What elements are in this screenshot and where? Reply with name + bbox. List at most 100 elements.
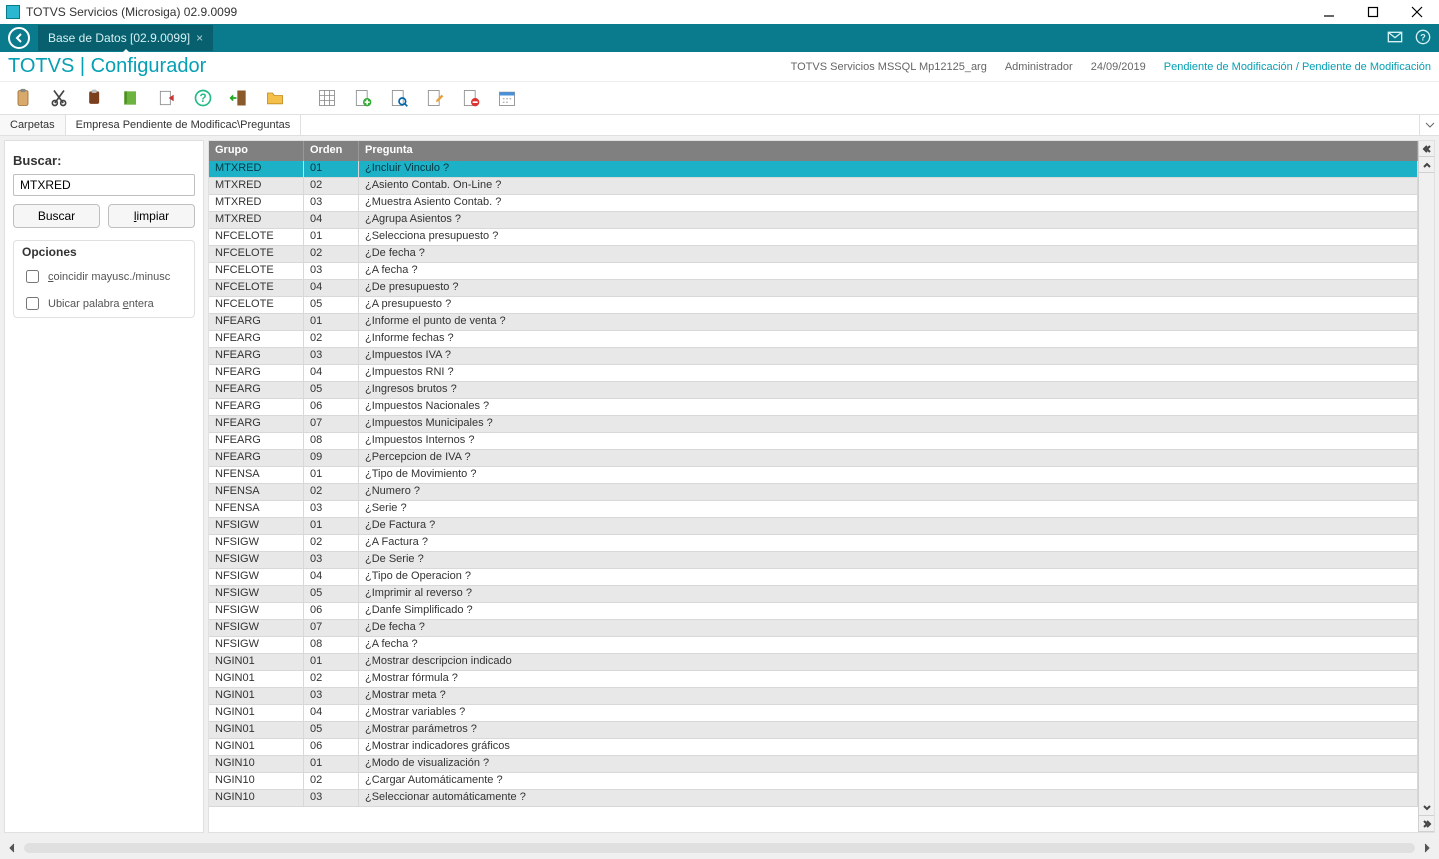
window-maximize-button[interactable] (1351, 0, 1395, 24)
main-toolbar: ? (0, 82, 1439, 114)
window-close-button[interactable] (1395, 0, 1439, 24)
col-orden[interactable]: Orden (304, 141, 359, 161)
table-row[interactable]: NGIN0105¿Mostrar parámetros ? (209, 722, 1418, 739)
folder-button[interactable] (258, 84, 292, 112)
scroll-right-button[interactable] (1419, 840, 1435, 856)
clear-button[interactable]: limpiar (108, 204, 195, 228)
breadcrumb-tab-path[interactable]: Empresa Pendiente de Modificac\Preguntas (66, 115, 302, 135)
cell-pregunta: ¿Impuestos RNI ? (359, 365, 1418, 381)
table-row[interactable]: NFEARG07¿Impuestos Municipales ? (209, 416, 1418, 433)
table-row[interactable]: NFEARG03¿Impuestos IVA ? (209, 348, 1418, 365)
options-title: Opciones (14, 241, 194, 263)
breadcrumb-tab-carpetas[interactable]: Carpetas (0, 115, 66, 135)
search-button[interactable]: Buscar (13, 204, 100, 228)
add-record-button[interactable] (346, 84, 380, 112)
nav-down-button[interactable] (1419, 800, 1434, 816)
export-button[interactable] (150, 84, 184, 112)
cell-grupo: NGIN01 (209, 688, 304, 704)
cell-pregunta: ¿Mostrar indicadores gráficos (359, 739, 1418, 755)
paste-button[interactable] (6, 84, 40, 112)
match-case-option[interactable]: coincidir mayusc./minusc (14, 263, 194, 290)
table-row[interactable]: NFSIGW07¿De fecha ? (209, 620, 1418, 637)
table-row[interactable]: NFSIGW04¿Tipo de Operacion ? (209, 569, 1418, 586)
search-record-button[interactable] (382, 84, 416, 112)
copy-button[interactable] (78, 84, 112, 112)
window-minimize-button[interactable] (1307, 0, 1351, 24)
match-case-checkbox[interactable] (26, 270, 39, 283)
table-row[interactable]: NFEARG09¿Percepcion de IVA ? (209, 450, 1418, 467)
table-row[interactable]: NFEARG04¿Impuestos RNI ? (209, 365, 1418, 382)
table-row[interactable]: NFEARG05¿Ingresos brutos ? (209, 382, 1418, 399)
module-tab-close-icon[interactable]: × (196, 31, 203, 45)
cell-grupo: NFEARG (209, 365, 304, 381)
col-pregunta[interactable]: Pregunta (359, 141, 1418, 161)
table-row[interactable]: NFSIGW03¿De Serie ? (209, 552, 1418, 569)
cell-grupo: MTXRED (209, 161, 304, 177)
help-tool-button[interactable]: ? (186, 84, 220, 112)
table-row[interactable]: NGIN0103¿Mostrar meta ? (209, 688, 1418, 705)
cell-grupo: NFCELOTE (209, 297, 304, 313)
scroll-left-button[interactable] (4, 840, 20, 856)
table-row[interactable]: NFEARG06¿Impuestos Nacionales ? (209, 399, 1418, 416)
cell-pregunta: ¿A fecha ? (359, 263, 1418, 279)
table-row[interactable]: NFSIGW06¿Danfe Simplificado ? (209, 603, 1418, 620)
table-row[interactable]: NGIN0106¿Mostrar indicadores gráficos (209, 739, 1418, 756)
cell-orden: 05 (304, 382, 359, 398)
table-row[interactable]: NFSIGW01¿De Factura ? (209, 518, 1418, 535)
app-menu-bar: Base de Datos [02.9.0099] × ? (0, 24, 1439, 52)
table-row[interactable]: NGIN0101¿Mostrar descripcion indicado (209, 654, 1418, 671)
mail-icon[interactable] (1387, 29, 1403, 48)
nav-first-button[interactable] (1419, 141, 1434, 157)
nav-last-button[interactable] (1419, 816, 1434, 832)
table-row[interactable]: NGIN1001¿Modo de visualización ? (209, 756, 1418, 773)
exit-button[interactable] (222, 84, 256, 112)
table-row[interactable]: NFENSA03¿Serie ? (209, 501, 1418, 518)
edit-record-button[interactable] (418, 84, 452, 112)
table-row[interactable]: NGIN1003¿Seleccionar automáticamente ? (209, 790, 1418, 807)
table-row[interactable]: MTXRED03¿Muestra Asiento Contab. ? (209, 195, 1418, 212)
table-row[interactable]: NFSIGW08¿A fecha ? (209, 637, 1418, 654)
table-row[interactable]: MTXRED02¿Asiento Contab. On-Line ? (209, 178, 1418, 195)
table-row[interactable]: NFSIGW02¿A Factura ? (209, 535, 1418, 552)
dictionary-button[interactable] (114, 84, 148, 112)
nav-up-button[interactable] (1419, 157, 1434, 173)
table-row[interactable]: NFEARG02¿Informe fechas ? (209, 331, 1418, 348)
cut-button[interactable] (42, 84, 76, 112)
table-row[interactable]: NFENSA01¿Tipo de Movimiento ? (209, 467, 1418, 484)
search-input[interactable] (13, 174, 195, 196)
delete-record-button[interactable] (454, 84, 488, 112)
table-row[interactable]: NFSIGW05¿Imprimir al reverso ? (209, 586, 1418, 603)
calendar-button[interactable] (490, 84, 524, 112)
table-row[interactable]: MTXRED01¿Incluir Vinculo ? (209, 161, 1418, 178)
help-icon[interactable]: ? (1415, 29, 1431, 48)
cell-orden: 08 (304, 637, 359, 653)
cell-grupo: NFSIGW (209, 620, 304, 636)
cell-orden: 01 (304, 161, 359, 177)
table-row[interactable]: MTXRED04¿Agrupa Asientos ? (209, 212, 1418, 229)
table-row[interactable]: NFCELOTE05¿A presupuesto ? (209, 297, 1418, 314)
table-row[interactable]: NFCELOTE04¿De presupuesto ? (209, 280, 1418, 297)
table-row[interactable]: NFEARG01¿Informe el punto de venta ? (209, 314, 1418, 331)
table-row[interactable]: NFENSA02¿Numero ? (209, 484, 1418, 501)
cell-orden: 01 (304, 756, 359, 772)
whole-word-option[interactable]: Ubicar palabra entera (14, 290, 194, 317)
whole-word-checkbox[interactable] (26, 297, 39, 310)
table-row[interactable]: NFEARG08¿Impuestos Internos ? (209, 433, 1418, 450)
grid-button[interactable] (310, 84, 344, 112)
col-grupo[interactable]: Grupo (209, 141, 304, 161)
module-tab[interactable]: Base de Datos [02.9.0099] × (38, 25, 213, 51)
table-row[interactable]: NFCELOTE01¿Selecciona presupuesto ? (209, 229, 1418, 246)
table-row[interactable]: NGIN0102¿Mostrar fórmula ? (209, 671, 1418, 688)
horizontal-scrollbar[interactable] (0, 837, 1439, 859)
grid-body[interactable]: MTXRED01¿Incluir Vinculo ?MTXRED02¿Asien… (209, 161, 1418, 832)
table-row[interactable]: NGIN1002¿Cargar Automáticamente ? (209, 773, 1418, 790)
scroll-track[interactable] (24, 843, 1415, 853)
cell-pregunta: ¿Tipo de Movimiento ? (359, 467, 1418, 483)
main-menu-button[interactable] (8, 27, 30, 49)
table-row[interactable]: NFCELOTE02¿De fecha ? (209, 246, 1418, 263)
cell-pregunta: ¿De fecha ? (359, 620, 1418, 636)
cell-pregunta: ¿Tipo de Operacion ? (359, 569, 1418, 585)
breadcrumb-dropdown-button[interactable] (1419, 115, 1439, 135)
table-row[interactable]: NGIN0104¿Mostrar variables ? (209, 705, 1418, 722)
table-row[interactable]: NFCELOTE03¿A fecha ? (209, 263, 1418, 280)
